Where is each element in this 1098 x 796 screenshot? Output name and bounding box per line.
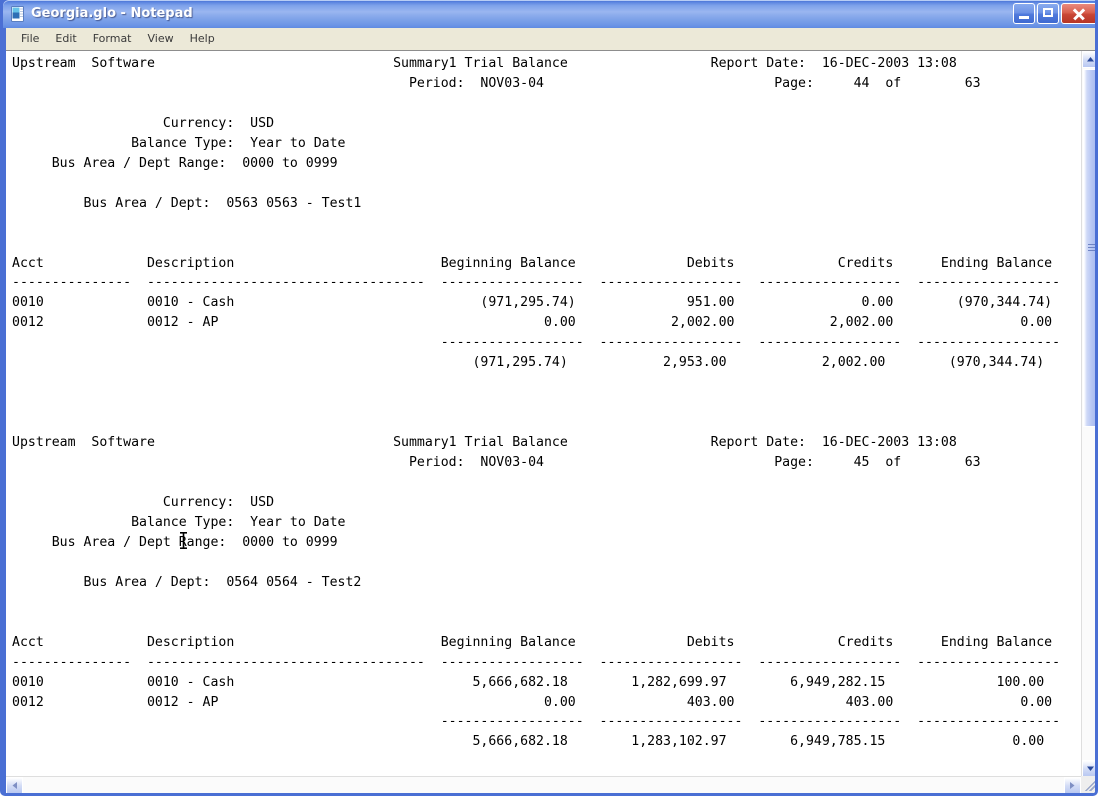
menu-item-edit[interactable]: Edit (47, 30, 84, 48)
resize-grip[interactable] (1081, 776, 1095, 793)
title-bar[interactable]: Georgia.glo - Notepad (3, 0, 1095, 28)
client-area: Upstream Software Summary1 Trial Balance… (6, 50, 1095, 793)
horizontal-scroll-track[interactable] (23, 777, 1064, 793)
menu-item-view[interactable]: View (140, 30, 182, 48)
menu-item-file[interactable]: File (13, 30, 47, 48)
scroll-up-icon[interactable] (1082, 51, 1095, 68)
text-editor[interactable]: Upstream Software Summary1 Trial Balance… (6, 51, 1081, 777)
vertical-scroll-thumb[interactable] (1083, 69, 1095, 427)
scroll-right-icon[interactable] (1064, 777, 1081, 793)
report-text[interactable]: Upstream Software Summary1 Trial Balance… (12, 54, 1060, 777)
maximize-button[interactable] (1037, 3, 1059, 24)
scroll-down-icon[interactable] (1082, 760, 1095, 777)
menu-item-format[interactable]: Format (85, 30, 140, 48)
notepad-window: Georgia.glo - Notepad File Edit Format V… (0, 0, 1098, 796)
minimize-button[interactable] (1013, 3, 1035, 24)
window-title: Georgia.glo - Notepad (31, 6, 193, 21)
notepad-icon (9, 5, 27, 23)
menu-bar: File Edit Format View Help (6, 28, 1095, 50)
scroll-left-icon[interactable] (6, 777, 23, 793)
vertical-scrollbar[interactable] (1081, 51, 1095, 777)
window-controls (1013, 3, 1095, 24)
close-button[interactable] (1061, 3, 1095, 24)
horizontal-scrollbar[interactable] (6, 776, 1081, 793)
menu-item-help[interactable]: Help (182, 30, 223, 48)
